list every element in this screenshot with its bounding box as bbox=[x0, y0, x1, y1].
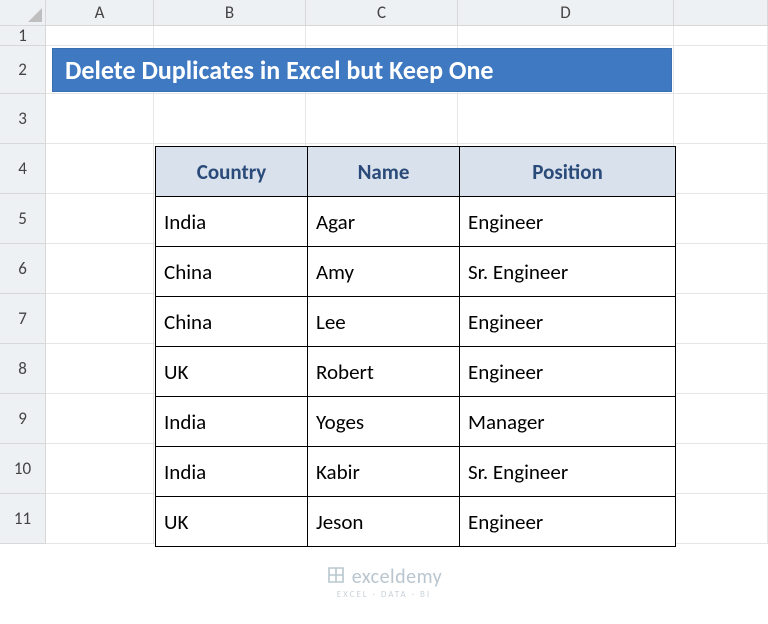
cell-country[interactable]: UK bbox=[156, 347, 308, 397]
cell[interactable] bbox=[46, 144, 154, 194]
cell-name[interactable]: Agar bbox=[308, 197, 460, 247]
cell[interactable] bbox=[46, 494, 154, 544]
cell[interactable] bbox=[46, 194, 154, 244]
cell-name[interactable]: Kabir bbox=[308, 447, 460, 497]
cell[interactable] bbox=[46, 94, 154, 144]
cell-position[interactable]: Manager bbox=[460, 397, 676, 447]
watermark-brand: exceldemy bbox=[352, 565, 442, 589]
select-all-corner[interactable] bbox=[0, 0, 46, 26]
row-header-6[interactable]: 6 bbox=[0, 244, 46, 294]
row-header-2[interactable]: 2 bbox=[0, 46, 46, 94]
cell-name[interactable]: Robert bbox=[308, 347, 460, 397]
col-header-country[interactable]: Country bbox=[156, 147, 308, 197]
table-row[interactable]: ChinaLeeEngineer bbox=[156, 297, 676, 347]
cell[interactable] bbox=[674, 244, 768, 294]
cell-position[interactable]: Engineer bbox=[460, 297, 676, 347]
cell-position[interactable]: Engineer bbox=[460, 347, 676, 397]
cell[interactable] bbox=[674, 144, 768, 194]
cell-name[interactable]: Lee bbox=[308, 297, 460, 347]
cell[interactable] bbox=[46, 344, 154, 394]
row-header-7[interactable]: 7 bbox=[0, 294, 46, 344]
cell-country[interactable]: China bbox=[156, 247, 308, 297]
cell-country[interactable]: India bbox=[156, 197, 308, 247]
row-header-5[interactable]: 5 bbox=[0, 194, 46, 244]
table-row[interactable]: UKRobertEngineer bbox=[156, 347, 676, 397]
col-header-A[interactable]: A bbox=[46, 0, 154, 26]
cell[interactable] bbox=[458, 26, 674, 46]
watermark-tagline: EXCEL · DATA · BI bbox=[0, 589, 768, 600]
table-row[interactable]: ChinaAmySr. Engineer bbox=[156, 247, 676, 297]
page-title: Delete Duplicates in Excel but Keep One bbox=[52, 48, 672, 92]
cell[interactable] bbox=[46, 294, 154, 344]
table-row[interactable]: IndiaKabirSr. Engineer bbox=[156, 447, 676, 497]
cell[interactable] bbox=[46, 444, 154, 494]
cell-position[interactable]: Sr. Engineer bbox=[460, 247, 676, 297]
cell[interactable] bbox=[46, 244, 154, 294]
cell[interactable] bbox=[674, 46, 768, 94]
watermark: exceldemy EXCEL · DATA · BI bbox=[0, 565, 768, 600]
col-header-E[interactable] bbox=[674, 0, 768, 26]
cell[interactable] bbox=[46, 26, 154, 46]
col-header-name[interactable]: Name bbox=[308, 147, 460, 197]
cell-position[interactable]: Engineer bbox=[460, 497, 676, 547]
cell-country[interactable]: UK bbox=[156, 497, 308, 547]
cell-country[interactable]: China bbox=[156, 297, 308, 347]
cell[interactable] bbox=[674, 94, 768, 144]
cell-position[interactable]: Engineer bbox=[460, 197, 676, 247]
cell[interactable] bbox=[674, 444, 768, 494]
cell[interactable] bbox=[674, 194, 768, 244]
data-table: Country Name Position IndiaAgarEngineerC… bbox=[155, 146, 676, 547]
cell-name[interactable]: Jeson bbox=[308, 497, 460, 547]
row-header-10[interactable]: 10 bbox=[0, 444, 46, 494]
cell-country[interactable]: India bbox=[156, 447, 308, 497]
row-header-4[interactable]: 4 bbox=[0, 144, 46, 194]
row-header-1[interactable]: 1 bbox=[0, 26, 46, 46]
row-header-3[interactable]: 3 bbox=[0, 94, 46, 144]
table-row[interactable]: UKJesonEngineer bbox=[156, 497, 676, 547]
cell[interactable] bbox=[674, 26, 768, 46]
cell[interactable] bbox=[674, 294, 768, 344]
row-header-11[interactable]: 11 bbox=[0, 494, 46, 544]
row-header-9[interactable]: 9 bbox=[0, 394, 46, 444]
table-row[interactable]: IndiaYogesManager bbox=[156, 397, 676, 447]
cell[interactable] bbox=[674, 494, 768, 544]
col-header-D[interactable]: D bbox=[458, 0, 674, 26]
cell[interactable] bbox=[46, 394, 154, 444]
row-header-8[interactable]: 8 bbox=[0, 344, 46, 394]
cell[interactable] bbox=[306, 94, 458, 144]
cell[interactable] bbox=[674, 394, 768, 444]
col-header-position[interactable]: Position bbox=[460, 147, 676, 197]
logo-icon bbox=[326, 565, 346, 591]
cell[interactable] bbox=[674, 344, 768, 394]
col-header-C[interactable]: C bbox=[306, 0, 458, 26]
cell[interactable] bbox=[306, 26, 458, 46]
cell-name[interactable]: Yoges bbox=[308, 397, 460, 447]
cell[interactable] bbox=[154, 94, 306, 144]
table-header-row: Country Name Position bbox=[156, 147, 676, 197]
cell-name[interactable]: Amy bbox=[308, 247, 460, 297]
cell-position[interactable]: Sr. Engineer bbox=[460, 447, 676, 497]
table-row[interactable]: IndiaAgarEngineer bbox=[156, 197, 676, 247]
cell-country[interactable]: India bbox=[156, 397, 308, 447]
col-header-B[interactable]: B bbox=[154, 0, 306, 26]
cell[interactable] bbox=[458, 94, 674, 144]
cell[interactable] bbox=[154, 26, 306, 46]
